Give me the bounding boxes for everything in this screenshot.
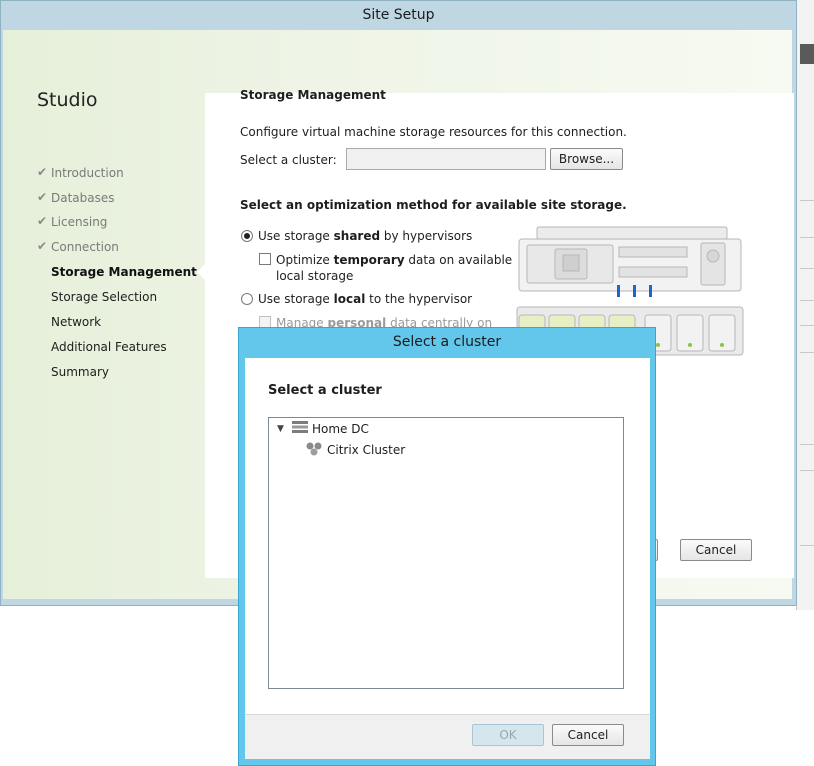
nav-item-storage-selection: Storage Selection [51, 290, 158, 304]
dialog-heading: Select a cluster [268, 383, 382, 398]
nav-item-connection: Connection [51, 240, 119, 254]
cluster-tree[interactable]: ▼ Home DC Citrix Cluster [268, 417, 624, 689]
optimization-heading: Select an optimization method for availa… [240, 198, 627, 212]
checkmark-icon: ✔ [37, 165, 48, 179]
nav-item-databases: Databases [51, 191, 115, 205]
intro-text: Configure virtual machine storage resour… [240, 125, 627, 139]
nav-item-additional-features: Additional Features [51, 340, 167, 354]
cluster-label: Select a cluster: [240, 153, 337, 167]
checkmark-icon: ✔ [37, 214, 48, 228]
browse-button[interactable]: Browse... [550, 148, 623, 170]
tree-node-citrix-cluster[interactable]: Citrix Cluster [327, 443, 405, 457]
tree-node-home-dc[interactable]: Home DC [312, 422, 369, 436]
optimize-temporary-checkbox[interactable] [259, 253, 271, 265]
nav-item-summary: Summary [51, 365, 109, 379]
checkmark-icon: ✔ [37, 190, 48, 204]
studio-brand: Studio [37, 89, 98, 111]
nav-item-network: Network [51, 315, 102, 329]
nav-item-storage-management: Storage Management [51, 265, 197, 279]
expand-arrow-icon[interactable]: ▼ [277, 424, 284, 434]
cluster-field[interactable] [346, 148, 546, 170]
checkmark-icon: ✔ [37, 239, 48, 253]
nav-item-introduction: Introduction [51, 166, 124, 180]
cluster-icon [306, 442, 322, 456]
wizard-cancel-button[interactable]: Cancel [680, 539, 752, 561]
shared-storage-label[interactable]: Use storage shared by hypervisors [258, 229, 472, 243]
active-step-pointer [197, 264, 205, 280]
optimize-temporary-label[interactable]: Optimize temporary data on available [276, 253, 512, 267]
datacenter-icon [292, 421, 308, 433]
window-title: Site Setup [362, 7, 435, 23]
nav-item-licensing: Licensing [51, 215, 108, 229]
optimize-temporary-label-line2: local storage [276, 269, 354, 283]
dialog-cancel-button[interactable]: Cancel [552, 724, 624, 746]
dialog-title: Select a cluster [392, 334, 502, 350]
local-storage-label[interactable]: Use storage local to the hypervisor [258, 292, 472, 306]
ok-button[interactable]: OK [472, 724, 544, 746]
background-window-edge [796, 0, 814, 610]
shared-storage-radio[interactable] [241, 230, 253, 242]
page-title: Storage Management [240, 88, 386, 102]
local-storage-radio[interactable] [241, 293, 253, 305]
